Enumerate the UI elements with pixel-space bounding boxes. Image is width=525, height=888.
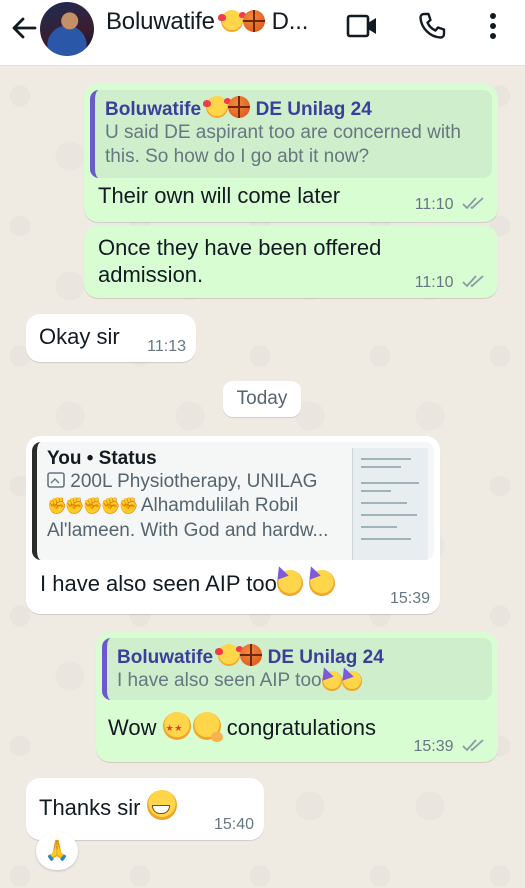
chat-area[interactable]: Boluwatife DE Unilag 24 U said DE aspira… (0, 66, 525, 888)
message-time: 11:10 (415, 196, 486, 214)
quote-text: U said DE aspirant too are concerned wit… (105, 122, 461, 167)
image-icon (47, 472, 65, 488)
message-text: Wow congratulations (108, 712, 376, 742)
message-time: 15:40 (213, 816, 254, 833)
message-text: Their own will come later (98, 183, 341, 208)
partying-face-icon (308, 570, 335, 596)
message-time: 11:10 (415, 274, 486, 292)
more-options-icon[interactable] (478, 10, 508, 42)
chat-header: Boluwatife D... (0, 0, 525, 66)
read-ticks-icon (462, 197, 484, 210)
quote-author: Boluwatife DE Unilag 24 (105, 96, 482, 121)
contact-name-truncated: D... (271, 8, 309, 35)
contact-name: Boluwatife (106, 8, 215, 35)
message-bubble-incoming[interactable]: You • Status 200L Physiotherapy, UNILAG … (26, 436, 440, 614)
read-ticks-icon (462, 275, 484, 288)
star-struck-icon (162, 712, 191, 742)
basketball-icon (243, 10, 266, 32)
grinning-face-icon (146, 790, 177, 820)
message-time: 15:39 (389, 590, 430, 607)
message-text: I have also seen AIP too (40, 570, 335, 597)
quoted-message[interactable]: Boluwatife DE Unilag 24 U said DE aspira… (90, 90, 492, 178)
message-bubble-outgoing[interactable]: Once they have been offered admission. 1… (84, 226, 498, 298)
basketball-icon (240, 644, 263, 666)
smiling-face-with-hearts-icon (215, 644, 244, 666)
status-thumbnail (352, 448, 428, 560)
voice-call-icon[interactable] (416, 10, 448, 42)
avatar[interactable] (40, 2, 94, 56)
face-with-hand-over-mouth-icon (192, 712, 223, 742)
video-call-icon[interactable] (346, 13, 378, 39)
smiling-face-with-hearts-icon (218, 10, 247, 32)
message-bubble-outgoing[interactable]: Boluwatife DE Unilag 24 I have also seen… (96, 632, 498, 762)
quoted-message[interactable]: Boluwatife DE Unilag 24 I have also seen… (102, 638, 492, 700)
message-bubble-incoming[interactable]: Okay sir 11:13 (26, 314, 196, 362)
message-text: Okay sir (39, 324, 120, 349)
partying-face-icon (321, 671, 342, 691)
message-bubble-incoming[interactable]: Thanks sir 15:40 (26, 778, 264, 840)
message-reaction[interactable]: 🙏 (36, 832, 78, 870)
date-divider: Today (223, 381, 301, 417)
message-bubble-outgoing[interactable]: Boluwatife DE Unilag 24 U said DE aspira… (84, 84, 498, 222)
read-ticks-icon (462, 739, 484, 752)
partying-face-icon (341, 671, 362, 691)
message-text: Once they have been offered admission. (98, 235, 382, 287)
flexed-biceps-icon: ✊✊✊✊✊ (47, 498, 139, 515)
partying-face-icon (276, 570, 303, 596)
message-time: 11:13 (147, 338, 186, 355)
back-arrow-icon[interactable] (8, 12, 40, 44)
quote-author: Boluwatife DE Unilag 24 (117, 644, 482, 669)
message-time: 15:39 (414, 738, 487, 756)
smiling-face-with-hearts-icon (203, 96, 232, 118)
quoted-status[interactable]: You • Status 200L Physiotherapy, UNILAG … (32, 442, 434, 560)
quote-text: I have also seen AIP too (117, 669, 482, 693)
message-text: Thanks sir (39, 790, 177, 821)
chat-title[interactable]: Boluwatife D... (106, 8, 308, 36)
basketball-icon (228, 96, 251, 118)
